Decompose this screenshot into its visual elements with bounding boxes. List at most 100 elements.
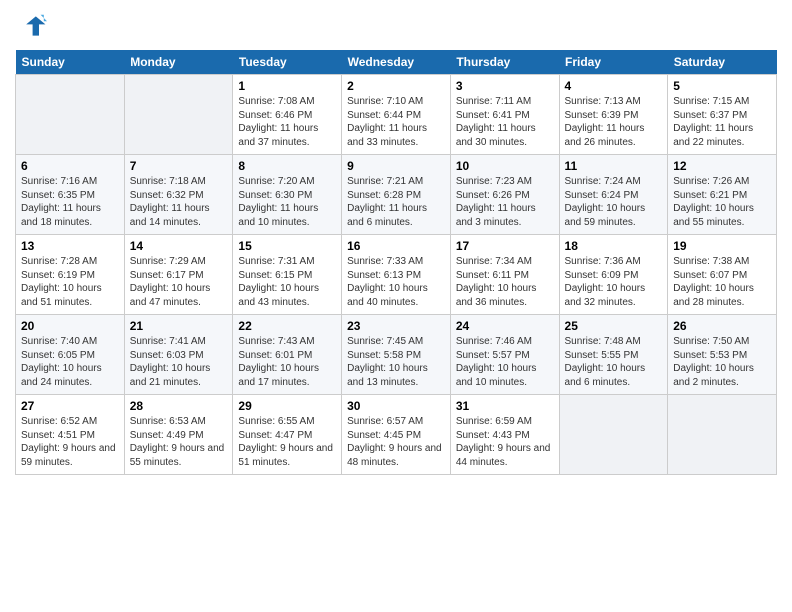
calendar-cell: 23 Sunrise: 7:45 AM Sunset: 5:58 PM Dayli… (342, 315, 451, 395)
day-number: 21 (130, 319, 228, 333)
day-detail: Sunrise: 7:20 AM Sunset: 6:30 PM Dayligh… (238, 175, 336, 229)
day-detail: Sunrise: 7:15 AM Sunset: 6:37 PM Dayligh… (673, 95, 771, 149)
day-detail: Sunrise: 7:40 AM Sunset: 6:05 PM Dayligh… (21, 335, 119, 389)
calendar-cell: 12 Sunrise: 7:26 AM Sunset: 6:21 PM Dayli… (668, 155, 777, 235)
calendar-week-row: 1 Sunrise: 7:08 AM Sunset: 6:46 PM Daylig… (16, 75, 777, 155)
day-number: 25 (565, 319, 663, 333)
day-detail: Sunrise: 7:18 AM Sunset: 6:32 PM Dayligh… (130, 175, 228, 229)
calendar-header: SundayMondayTuesdayWednesdayThursdayFrid… (16, 50, 777, 75)
day-detail: Sunrise: 7:21 AM Sunset: 6:28 PM Dayligh… (347, 175, 445, 229)
day-detail: Sunrise: 7:36 AM Sunset: 6:09 PM Dayligh… (565, 255, 663, 309)
day-detail: Sunrise: 7:28 AM Sunset: 6:19 PM Dayligh… (21, 255, 119, 309)
calendar-cell: 21 Sunrise: 7:41 AM Sunset: 6:03 PM Dayli… (124, 315, 233, 395)
day-detail: Sunrise: 6:57 AM Sunset: 4:45 PM Dayligh… (347, 415, 445, 469)
calendar-body: 1 Sunrise: 7:08 AM Sunset: 6:46 PM Daylig… (16, 75, 777, 475)
calendar-cell: 10Sunrise: 7:23 AM Sunset: 6:26 PM Dayli… (450, 155, 559, 235)
day-number: 27 (21, 399, 119, 413)
day-detail: Sunrise: 7:41 AM Sunset: 6:03 PM Dayligh… (130, 335, 228, 389)
day-detail: Sunrise: 7:43 AM Sunset: 6:01 PM Dayligh… (238, 335, 336, 389)
calendar-cell: 17Sunrise: 7:34 AM Sunset: 6:11 PM Dayli… (450, 235, 559, 315)
calendar-cell (124, 75, 233, 155)
calendar-cell: 16 Sunrise: 7:33 AM Sunset: 6:13 PM Dayli… (342, 235, 451, 315)
calendar-week-row: 20 Sunrise: 7:40 AM Sunset: 6:05 PM Dayli… (16, 315, 777, 395)
day-detail: Sunrise: 7:16 AM Sunset: 6:35 PM Dayligh… (21, 175, 119, 229)
day-detail: Sunrise: 7:26 AM Sunset: 6:21 PM Dayligh… (673, 175, 771, 229)
calendar-cell: 1 Sunrise: 7:08 AM Sunset: 6:46 PM Daylig… (233, 75, 342, 155)
calendar-cell: 15 Sunrise: 7:31 AM Sunset: 6:15 PM Dayli… (233, 235, 342, 315)
calendar-cell (16, 75, 125, 155)
day-detail: Sunrise: 7:48 AM Sunset: 5:55 PM Dayligh… (565, 335, 663, 389)
day-number: 3 (456, 79, 554, 93)
day-detail: Sunrise: 7:38 AM Sunset: 6:07 PM Dayligh… (673, 255, 771, 309)
day-detail: Sunrise: 6:53 AM Sunset: 4:49 PM Dayligh… (130, 415, 228, 469)
calendar-cell: 5 Sunrise: 7:15 AM Sunset: 6:37 PM Daylig… (668, 75, 777, 155)
calendar-cell: 14 Sunrise: 7:29 AM Sunset: 6:17 PM Dayli… (124, 235, 233, 315)
day-detail: Sunrise: 7:33 AM Sunset: 6:13 PM Dayligh… (347, 255, 445, 309)
calendar-cell: 2 Sunrise: 7:10 AM Sunset: 6:44 PM Daylig… (342, 75, 451, 155)
calendar-cell: 6 Sunrise: 7:16 AM Sunset: 6:35 PM Daylig… (16, 155, 125, 235)
calendar-cell: 20 Sunrise: 7:40 AM Sunset: 6:05 PM Dayli… (16, 315, 125, 395)
calendar-cell (668, 395, 777, 475)
day-number: 9 (347, 159, 445, 173)
logo-icon (15, 10, 47, 42)
weekday-header-cell: Tuesday (233, 50, 342, 75)
day-number: 8 (238, 159, 336, 173)
day-detail: Sunrise: 7:45 AM Sunset: 5:58 PM Dayligh… (347, 335, 445, 389)
day-number: 2 (347, 79, 445, 93)
day-number: 28 (130, 399, 228, 413)
day-detail: Sunrise: 6:59 AM Sunset: 4:43 PM Dayligh… (456, 415, 554, 469)
calendar-cell: 31 Sunrise: 6:59 AM Sunset: 4:43 PM Dayli… (450, 395, 559, 475)
calendar-week-row: 13 Sunrise: 7:28 AM Sunset: 6:19 PM Dayli… (16, 235, 777, 315)
day-number: 16 (347, 239, 445, 253)
day-number: 4 (565, 79, 663, 93)
calendar-cell: 30Sunrise: 6:57 AM Sunset: 4:45 PM Dayli… (342, 395, 451, 475)
calendar-cell: 13 Sunrise: 7:28 AM Sunset: 6:19 PM Dayli… (16, 235, 125, 315)
header (15, 10, 777, 42)
calendar-cell: 28 Sunrise: 6:53 AM Sunset: 4:49 PM Dayli… (124, 395, 233, 475)
day-number: 12 (673, 159, 771, 173)
day-detail: Sunrise: 7:08 AM Sunset: 6:46 PM Dayligh… (238, 95, 336, 149)
weekday-header-cell: Thursday (450, 50, 559, 75)
day-detail: Sunrise: 6:55 AM Sunset: 4:47 PM Dayligh… (238, 415, 336, 469)
day-number: 31 (456, 399, 554, 413)
weekday-header-cell: Friday (559, 50, 668, 75)
day-number: 15 (238, 239, 336, 253)
calendar-table: SundayMondayTuesdayWednesdayThursdayFrid… (15, 50, 777, 475)
day-number: 29 (238, 399, 336, 413)
day-detail: Sunrise: 7:23 AM Sunset: 6:26 PM Dayligh… (456, 175, 554, 229)
day-number: 23 (347, 319, 445, 333)
day-number: 19 (673, 239, 771, 253)
day-number: 1 (238, 79, 336, 93)
day-number: 22 (238, 319, 336, 333)
day-number: 26 (673, 319, 771, 333)
day-number: 20 (21, 319, 119, 333)
day-number: 5 (673, 79, 771, 93)
calendar-cell: 22 Sunrise: 7:43 AM Sunset: 6:01 PM Dayli… (233, 315, 342, 395)
calendar-cell (559, 395, 668, 475)
calendar-page: SundayMondayTuesdayWednesdayThursdayFrid… (0, 0, 792, 485)
calendar-cell: 18Sunrise: 7:36 AM Sunset: 6:09 PM Dayli… (559, 235, 668, 315)
logo (15, 10, 51, 42)
calendar-cell: 19 Sunrise: 7:38 AM Sunset: 6:07 PM Dayli… (668, 235, 777, 315)
weekday-header-cell: Wednesday (342, 50, 451, 75)
day-detail: Sunrise: 7:11 AM Sunset: 6:41 PM Dayligh… (456, 95, 554, 149)
day-number: 14 (130, 239, 228, 253)
day-number: 7 (130, 159, 228, 173)
calendar-cell: 27 Sunrise: 6:52 AM Sunset: 4:51 PM Dayli… (16, 395, 125, 475)
day-detail: Sunrise: 7:24 AM Sunset: 6:24 PM Dayligh… (565, 175, 663, 229)
day-detail: Sunrise: 7:34 AM Sunset: 6:11 PM Dayligh… (456, 255, 554, 309)
weekday-header-row: SundayMondayTuesdayWednesdayThursdayFrid… (16, 50, 777, 75)
day-detail: Sunrise: 6:52 AM Sunset: 4:51 PM Dayligh… (21, 415, 119, 469)
calendar-cell: 4 Sunrise: 7:13 AM Sunset: 6:39 PM Daylig… (559, 75, 668, 155)
day-detail: Sunrise: 7:10 AM Sunset: 6:44 PM Dayligh… (347, 95, 445, 149)
calendar-cell: 26 Sunrise: 7:50 AM Sunset: 5:53 PM Dayli… (668, 315, 777, 395)
day-number: 13 (21, 239, 119, 253)
day-detail: Sunrise: 7:29 AM Sunset: 6:17 PM Dayligh… (130, 255, 228, 309)
day-detail: Sunrise: 7:13 AM Sunset: 6:39 PM Dayligh… (565, 95, 663, 149)
day-detail: Sunrise: 7:50 AM Sunset: 5:53 PM Dayligh… (673, 335, 771, 389)
calendar-cell: 25 Sunrise: 7:48 AM Sunset: 5:55 PM Dayli… (559, 315, 668, 395)
weekday-header-cell: Sunday (16, 50, 125, 75)
day-number: 11 (565, 159, 663, 173)
day-number: 6 (21, 159, 119, 173)
day-detail: Sunrise: 7:31 AM Sunset: 6:15 PM Dayligh… (238, 255, 336, 309)
